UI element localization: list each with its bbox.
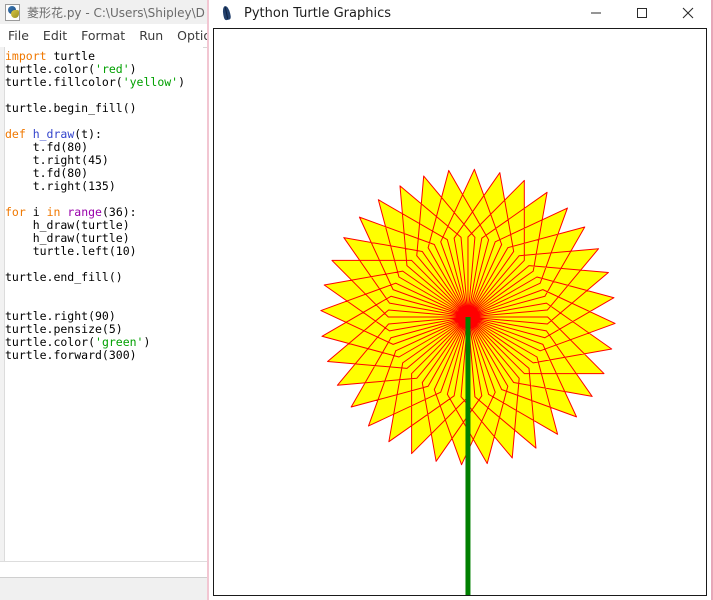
code-token: ) [143, 335, 151, 349]
idle-titlebar[interactable]: 菱形花.py - C:\Users\Shipley\D [0, 0, 207, 24]
code-line: turtle.end_fill() [5, 271, 203, 284]
close-button[interactable] [665, 0, 711, 26]
code-token: ) [178, 75, 186, 89]
python-idle-icon [5, 4, 21, 21]
menu-options[interactable]: Option [170, 28, 207, 43]
code-token: 'red' [95, 62, 130, 76]
code-token: def [5, 127, 33, 141]
code-token: 'green' [95, 335, 144, 349]
idle-window-title: 菱形花.py - C:\Users\Shipley\D [27, 5, 205, 20]
code-token: (36): [101, 205, 137, 219]
turtle-drawing [320, 168, 616, 595]
code-token: turtle.end_fill() [5, 270, 123, 284]
turtle-titlebar[interactable]: Python Turtle Graphics [209, 0, 711, 26]
code-token: h_draw(turtle) [5, 231, 130, 245]
code-token: t.right(135) [5, 179, 116, 193]
code-token: (t): [74, 127, 102, 141]
screen: 菱形花.py - C:\Users\Shipley\D File Edit Fo… [0, 0, 713, 600]
python-feather-icon [219, 5, 235, 21]
code-token: turtle.color( [5, 335, 96, 349]
code-token: 'yellow' [122, 75, 179, 89]
code-token: turtle.color( [5, 62, 96, 76]
code-token: t.right(45) [5, 153, 109, 167]
code-line: turtle.begin_fill() [5, 102, 203, 115]
code-token: h_draw(turtle) [5, 218, 130, 232]
menu-edit[interactable]: Edit [36, 28, 74, 43]
menu-file[interactable]: File [0, 28, 36, 43]
code-token: turtle.right(90) [5, 309, 116, 323]
code-token: turtle.fillcolor( [5, 75, 123, 89]
editor-bottom-pane [0, 561, 207, 578]
maximize-button[interactable] [619, 0, 665, 26]
code-token: i [32, 205, 47, 219]
menu-run[interactable]: Run [132, 28, 170, 43]
idle-statusbar [0, 577, 207, 600]
code-token: t.fd(80) [5, 140, 89, 154]
code-token: t.fd(80) [5, 166, 89, 180]
code-line: turtle.fillcolor('yellow') [5, 76, 203, 89]
code-token: for [5, 205, 33, 219]
code-token: h_draw [32, 127, 75, 141]
code-token: range [67, 205, 102, 219]
idle-editor-window: 菱形花.py - C:\Users\Shipley\D File Edit Fo… [0, 0, 208, 600]
code-line: t.right(135) [5, 180, 203, 193]
code-token: turtle [53, 49, 96, 63]
minimize-button[interactable] [573, 0, 619, 26]
code-line: turtle.left(10) [5, 245, 203, 258]
idle-menubar: File Edit Format Run Option [0, 24, 207, 48]
code-token: turtle.pensize(5) [5, 322, 123, 336]
code-token: in [46, 205, 68, 219]
code-token: import [5, 49, 54, 63]
turtle-canvas-frame [213, 28, 707, 596]
turtle-window-title: Python Turtle Graphics [244, 5, 391, 21]
code-token: turtle.begin_fill() [5, 101, 137, 115]
window-controls [573, 0, 711, 26]
code-token: ) [129, 62, 137, 76]
code-line: turtle.forward(300) [5, 349, 203, 362]
code-token: turtle.left(10) [5, 244, 137, 258]
code-editor-text[interactable]: import turtle turtle.color('red') turtle.f… [5, 47, 203, 562]
menu-format[interactable]: Format [74, 28, 132, 43]
code-token: turtle.forward(300) [5, 348, 137, 362]
turtle-graphics-window: Python Turtle Graphics [207, 0, 713, 600]
